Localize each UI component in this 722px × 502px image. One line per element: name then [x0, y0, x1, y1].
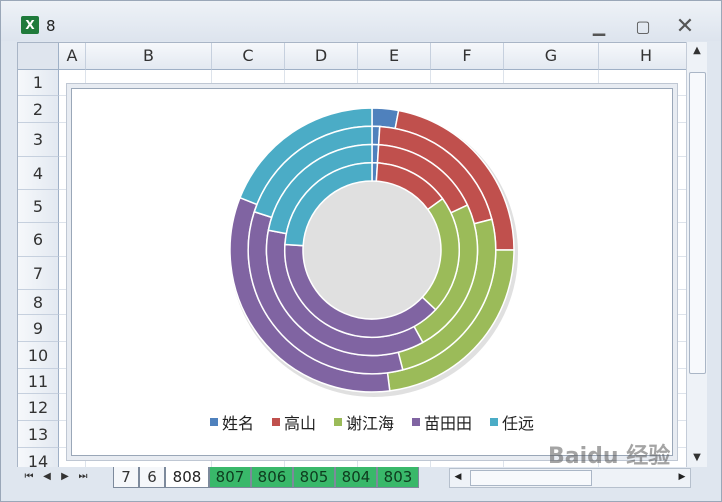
sheet-tab-803[interactable]: 803 — [377, 467, 419, 488]
maximize-button[interactable]: ▢ — [631, 17, 655, 37]
legend-item: 姓名 — [209, 411, 254, 433]
horizontal-scrollbar[interactable]: ◀ ▶ — [449, 468, 691, 488]
doughnut-chart[interactable]: 姓名 高山 谢江海 苗田田 任远 — [71, 88, 673, 456]
row-header-12[interactable]: 12 — [18, 394, 59, 421]
watermark-logo: Baidu 经验 — [548, 444, 671, 469]
row-header-7[interactable]: 7 — [18, 257, 59, 290]
legend-label: 任远 — [502, 414, 535, 433]
window-title: 8 — [46, 17, 56, 35]
title-bar: X 8 ▁ ▢ ✕ — [1, 1, 721, 41]
row-header-1[interactable]: 1 — [18, 70, 59, 96]
vertical-scrollbar[interactable]: ▲ ▼ — [686, 42, 707, 467]
column-header-d[interactable]: D — [285, 43, 358, 70]
sheet-tab-804[interactable]: 804 — [335, 467, 377, 488]
scroll-left-icon[interactable]: ◀ — [450, 469, 466, 485]
column-header-f[interactable]: F — [431, 43, 504, 70]
legend-label: 高山 — [283, 414, 316, 433]
scroll-up-icon[interactable]: ▲ — [687, 42, 707, 60]
first-sheet-icon[interactable]: ⏮ — [21, 469, 37, 485]
legend-item: 苗田田 — [412, 411, 472, 433]
horizontal-scroll-thumb[interactable] — [470, 470, 592, 486]
column-header-e[interactable]: E — [358, 43, 431, 70]
vertical-scroll-thumb[interactable] — [689, 72, 706, 374]
legend-swatch — [412, 418, 420, 426]
legend-swatch — [490, 418, 499, 426]
select-all-corner[interactable] — [18, 43, 59, 70]
legend-item: 任远 — [490, 411, 534, 433]
row-header-9[interactable]: 9 — [18, 315, 59, 342]
legend-item: 谢江海 — [333, 411, 394, 433]
legend-swatch — [209, 418, 218, 426]
legend-swatch — [271, 418, 280, 426]
legend-swatch — [333, 418, 342, 426]
legend-label: 苗田田 — [424, 414, 473, 433]
close-button[interactable]: ✕ — [673, 16, 697, 38]
sheet-tab-808[interactable]: 808 — [165, 467, 209, 488]
chart-plot — [229, 107, 518, 397]
sheet-tab-806[interactable]: 806 — [251, 467, 293, 488]
sheet-tab-805[interactable]: 805 — [293, 467, 335, 488]
column-header-g[interactable]: G — [504, 43, 599, 70]
scroll-right-icon[interactable]: ▶ — [674, 469, 690, 485]
column-header-b[interactable]: B — [86, 43, 212, 70]
legend-label: 姓名 — [221, 414, 254, 433]
row-header-5[interactable]: 5 — [18, 190, 59, 223]
row-header-3[interactable]: 3 — [18, 123, 59, 157]
sheet-tab-807[interactable]: 807 — [209, 467, 251, 488]
prev-sheet-icon[interactable]: ◀ — [39, 469, 55, 485]
sheet-tab-6[interactable]: 6 — [139, 467, 165, 488]
doughnut-slice-姓名[interactable] — [371, 107, 400, 130]
row-header-6[interactable]: 6 — [18, 223, 59, 257]
column-header-h[interactable]: H — [599, 43, 687, 70]
excel-icon: X — [21, 16, 39, 34]
next-sheet-icon[interactable]: ▶ — [57, 469, 73, 485]
row-header-13[interactable]: 13 — [18, 421, 59, 448]
legend-label: 谢江海 — [345, 414, 394, 433]
sheet-tab-7[interactable]: 7 — [113, 467, 139, 488]
row-header-2[interactable]: 2 — [18, 96, 59, 123]
row-header-10[interactable]: 10 — [18, 342, 59, 369]
last-sheet-icon[interactable]: ⏭ — [75, 469, 91, 485]
row-header-8[interactable]: 8 — [18, 290, 59, 315]
chart-legend: 姓名 高山 谢江海 苗田田 任远 — [72, 411, 672, 433]
row-header-4[interactable]: 4 — [18, 157, 59, 190]
sheet-tab-bar: ⏮ ◀ ▶ ⏭ 7 6 808 807 806 805 804 803 ◀ ▶ — [17, 467, 707, 489]
row-header-14[interactable]: 14 — [18, 448, 59, 468]
scroll-down-icon[interactable]: ▼ — [687, 449, 707, 467]
column-header-c[interactable]: C — [212, 43, 285, 70]
row-header-11[interactable]: 11 — [18, 369, 59, 394]
minimize-button[interactable]: ▁ — [587, 17, 611, 37]
column-header-a[interactable]: A — [59, 43, 86, 70]
legend-item: 高山 — [271, 411, 316, 433]
